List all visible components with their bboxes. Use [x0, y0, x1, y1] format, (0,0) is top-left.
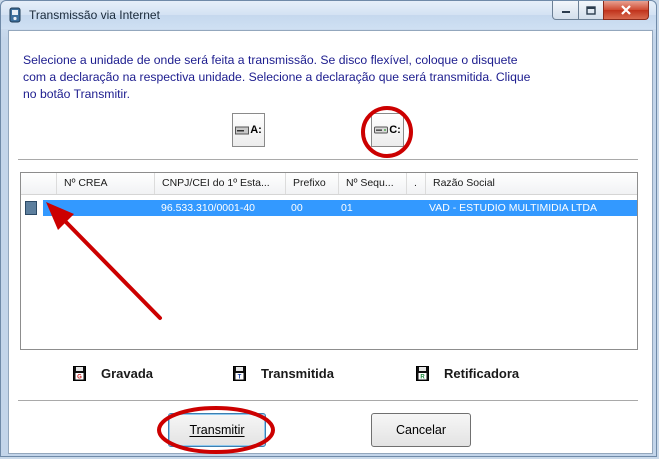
window-title: Transmissão via Internet [29, 8, 160, 22]
svg-text:R: R [420, 375, 425, 381]
close-icon [621, 5, 631, 15]
minimize-button[interactable] [552, 1, 579, 20]
column-header-crea[interactable]: Nº CREA [57, 173, 155, 194]
column-header-cnpj[interactable]: CNPJ/CEI do 1º Esta... [155, 173, 286, 194]
cancel-button-label: Cancelar [395, 423, 447, 437]
cell-razao-social: VAD - ESTUDIO MULTIMIDIA LTDA [429, 202, 598, 214]
transmit-button[interactable]: Transmitir [168, 413, 266, 447]
close-button[interactable] [603, 1, 649, 20]
retificadora-floppy-icon: R [416, 366, 429, 381]
column-header-icon[interactable] [21, 173, 57, 194]
divider-top [18, 159, 638, 160]
divider-bottom [18, 400, 638, 401]
transmitida-floppy-icon: T [233, 366, 246, 381]
legend-transmitida: T Transmitida [233, 366, 334, 381]
legend-gravada: G Gravada [73, 366, 153, 381]
maximize-button[interactable] [578, 1, 604, 20]
declarations-list[interactable]: Nº CREA CNPJ/CEI do 1º Esta... Prefixo N… [20, 172, 638, 350]
drive-a-button[interactable]: A: [232, 113, 265, 147]
drive-c-label: C: [389, 124, 401, 136]
cell-sequencia: 01 [341, 202, 353, 214]
legend-transmitida-label: Transmitida [261, 366, 334, 381]
gravada-floppy-icon: G [73, 366, 86, 381]
legend-retificadora: R Retificadora [416, 366, 519, 381]
drive-a-label: A: [250, 124, 262, 136]
gravada-floppy-icon[interactable] [25, 201, 37, 215]
legend-retificadora-label: Retificadora [444, 366, 520, 381]
cancel-button[interactable]: Cancelar [371, 413, 471, 447]
column-header-prefixo[interactable]: Prefixo [286, 173, 339, 194]
status-legend: G Gravada T Transmitida R Retificadora [20, 355, 638, 399]
maximize-icon [586, 5, 596, 15]
legend-gravada-label: Gravada [101, 366, 154, 381]
column-header-dot[interactable]: . [407, 173, 426, 194]
cell-prefixo: 00 [291, 202, 303, 214]
transmit-button-label: Transmitir [189, 423, 245, 437]
cell-cnpj: 96.533.310/0001-40 [161, 202, 256, 214]
app-icon [9, 7, 21, 23]
svg-text:G: G [77, 375, 82, 381]
column-header-sequencia[interactable]: Nº Sequ... [339, 173, 407, 194]
instructions-text: Selecione a unidade de onde será feita a… [23, 53, 531, 101]
hard-drive-icon [374, 126, 389, 134]
table-row[interactable]: 96.533.310/0001-40 00 01 VAD - ESTUDIO M… [43, 200, 637, 216]
svg-text:T: T [238, 375, 242, 381]
list-header: Nº CREA CNPJ/CEI do 1º Esta... Prefixo N… [21, 173, 637, 195]
column-header-razao-social[interactable]: Razão Social [426, 173, 637, 194]
title-bar[interactable]: Transmissão via Internet [1, 1, 656, 29]
floppy-drive-icon [235, 126, 250, 135]
minimize-icon [561, 11, 570, 13]
drive-c-button[interactable]: C: [371, 113, 404, 147]
